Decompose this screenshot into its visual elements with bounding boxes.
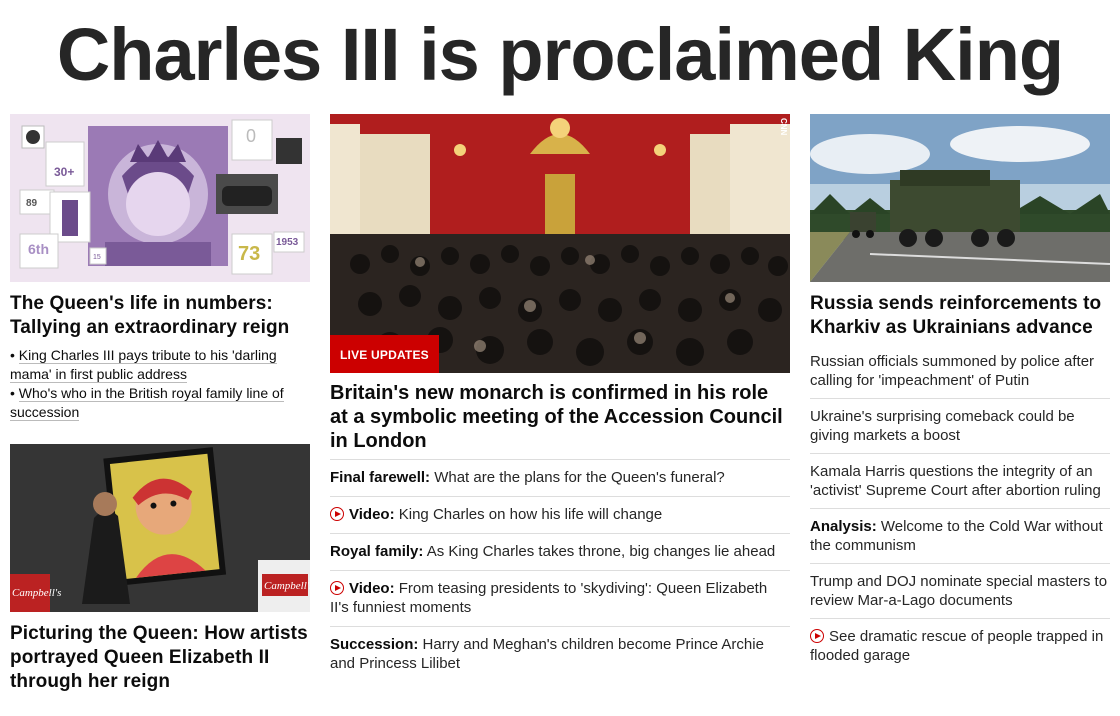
accession-council-image[interactable]: CNN LIVE UPDATES (330, 114, 790, 373)
related-link-succession[interactable]: • Who's who in the British royal family … (10, 384, 310, 422)
list-item[interactable]: Russian officials summoned by police aft… (810, 352, 1110, 398)
item-label: Final farewell: (330, 469, 431, 486)
related-link-tribute[interactable]: • King Charles III pays tribute to his '… (10, 346, 310, 384)
campbell-label-right: Campbell's (264, 580, 310, 592)
accession-council-title[interactable]: Britain's new monarch is confirmed in hi… (330, 381, 790, 453)
item-label: Succession: (330, 636, 419, 653)
stat-89: 89 (26, 198, 38, 209)
stat-6th: 6th (28, 241, 49, 257)
item-text: See dramatic rescue of people trapped in… (810, 628, 1104, 664)
queen-related-links: • King Charles III pays tribute to his '… (10, 346, 310, 422)
list-item[interactable]: Final farewell: What are the plans for t… (330, 459, 790, 496)
left-column: 89 30+ 6th 0 73 1953 15 The Queen's life… (10, 114, 310, 694)
play-icon (330, 507, 344, 521)
queen-portrait-image[interactable]: Campbell's Campbell's (10, 444, 310, 612)
item-text: Ukraine's surprising comeback could be g… (810, 408, 1075, 444)
kharkiv-title[interactable]: Russia sends reinforcements to Kharkiv a… (810, 292, 1110, 340)
right-column: Russia sends reinforcements to Kharkiv a… (810, 114, 1110, 673)
play-icon (330, 581, 344, 595)
stat-15: 15 (93, 254, 101, 261)
stat-73: 73 (238, 243, 260, 265)
list-item[interactable]: Kamala Harris questions the integrity of… (810, 453, 1110, 508)
list-item[interactable]: Video: From teasing presidents to 'skydi… (330, 570, 790, 626)
stat-0: 0 (246, 126, 256, 146)
item-text: Kamala Harris questions the integrity of… (810, 463, 1101, 499)
item-label: Video: (349, 580, 395, 597)
middle-column: CNN LIVE UPDATES Britain's new monarch i… (330, 114, 790, 682)
list-item[interactable]: Video: King Charles on how his life will… (330, 496, 790, 533)
item-label: Analysis: (810, 518, 877, 535)
list-item[interactable]: Analysis: Welcome to the Cold War withou… (810, 508, 1110, 563)
related-link-succession-text[interactable]: Who's who in the British royal family li… (10, 385, 284, 421)
kharkiv-reinforcements-image[interactable] (810, 114, 1110, 282)
queen-numbers-image[interactable]: 89 30+ 6th 0 73 1953 15 (10, 114, 310, 282)
item-label: Video: (349, 506, 395, 523)
item-text: Trump and DOJ nominate special masters t… (810, 573, 1108, 609)
item-text: King Charles on how his life will change (398, 506, 663, 523)
page-headline[interactable]: Charles III is proclaimed King (0, 12, 1120, 98)
queen-numbers-title[interactable]: The Queen's life in numbers: Tallying an… (10, 292, 310, 340)
item-text: What are the plans for the Queen's funer… (434, 469, 725, 486)
image-credit: CNN (779, 118, 788, 136)
related-link-tribute-text[interactable]: King Charles III pays tribute to his 'da… (10, 347, 277, 383)
list-item[interactable]: Ukraine's surprising comeback could be g… (810, 398, 1110, 453)
stat-1953: 1953 (276, 237, 299, 248)
list-item[interactable]: See dramatic rescue of people trapped in… (810, 618, 1110, 673)
campbell-label-left: Campbell's (12, 587, 61, 599)
play-icon (810, 629, 824, 643)
item-label: Royal family: (330, 543, 424, 560)
list-item[interactable]: Trump and DOJ nominate special masters t… (810, 563, 1110, 618)
right-story-list: Russian officials summoned by police aft… (810, 352, 1110, 673)
list-item[interactable]: Succession: Harry and Meghan's children … (330, 626, 790, 682)
picturing-queen-title[interactable]: Picturing the Queen: How artists portray… (10, 622, 310, 694)
stat-30plus: 30+ (54, 165, 74, 179)
item-text: From teasing presidents to 'skydiving': … (330, 580, 768, 616)
live-updates-badge[interactable]: LIVE UPDATES (330, 335, 439, 373)
item-text: Russian officials summoned by police aft… (810, 353, 1095, 389)
list-item[interactable]: Royal family: As King Charles takes thro… (330, 533, 790, 570)
item-text: As King Charles takes throne, big change… (426, 543, 776, 560)
middle-story-list: Final farewell: What are the plans for t… (330, 459, 790, 682)
